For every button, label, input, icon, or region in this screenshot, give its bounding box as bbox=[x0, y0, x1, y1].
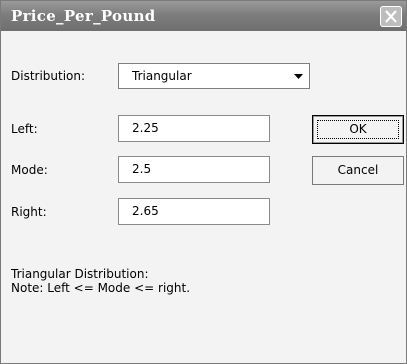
distribution-selected-value: Triangular bbox=[132, 69, 192, 83]
focus-ring bbox=[317, 120, 399, 139]
mode-field[interactable]: 2.5 bbox=[118, 156, 270, 183]
left-value: 2.25 bbox=[132, 121, 159, 135]
left-field[interactable]: 2.25 bbox=[118, 115, 270, 142]
close-button[interactable] bbox=[380, 6, 402, 27]
close-icon bbox=[385, 10, 397, 23]
cancel-button[interactable]: Cancel bbox=[312, 156, 404, 185]
distribution-note: Triangular Distribution: Note: Left <= M… bbox=[11, 267, 190, 295]
right-value: 2.65 bbox=[132, 204, 159, 218]
note-line-2: Note: Left <= Mode <= right. bbox=[11, 281, 191, 295]
left-label: Left: bbox=[11, 122, 38, 136]
ok-button[interactable]: OK bbox=[312, 115, 404, 144]
dialog-window: Price_Per_Pound Distribution: Triangular… bbox=[0, 0, 407, 364]
window-title: Price_Per_Pound bbox=[11, 7, 156, 25]
right-field[interactable]: 2.65 bbox=[118, 198, 270, 225]
chevron-down-icon bbox=[294, 74, 303, 79]
distribution-select[interactable]: Triangular bbox=[118, 63, 310, 89]
title-bar[interactable]: Price_Per_Pound bbox=[1, 1, 406, 31]
dropdown-button[interactable] bbox=[288, 65, 308, 87]
right-label: Right: bbox=[11, 205, 47, 219]
note-line-1: Triangular Distribution: bbox=[11, 267, 149, 281]
cancel-button-label: Cancel bbox=[337, 163, 379, 177]
distribution-label: Distribution: bbox=[11, 69, 86, 83]
mode-label: Mode: bbox=[11, 163, 48, 177]
mode-value: 2.5 bbox=[132, 162, 152, 176]
